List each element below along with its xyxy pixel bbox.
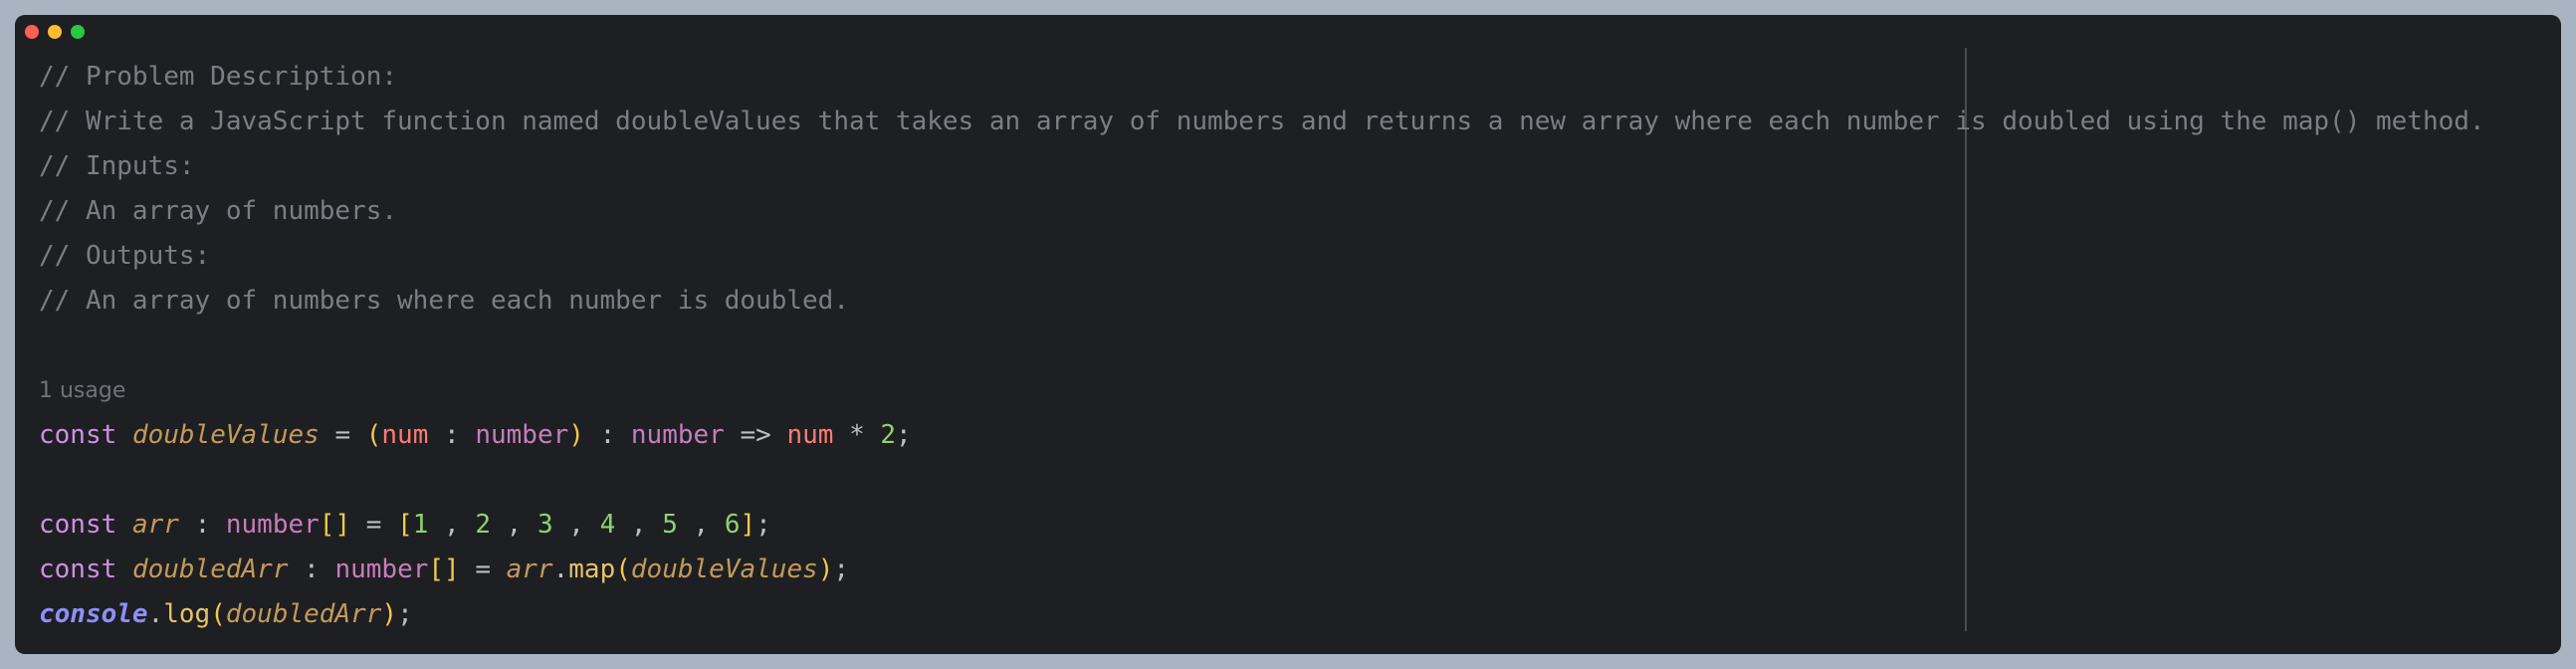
- bracket: ]: [740, 510, 756, 540]
- maximize-window-button[interactable]: [71, 25, 85, 39]
- operator: =: [334, 420, 351, 450]
- close-window-button[interactable]: [25, 25, 39, 39]
- param-type: number: [475, 420, 569, 450]
- array-value: 5: [662, 510, 678, 540]
- comma: ,: [506, 510, 523, 540]
- code-line-double-values: const doubleValues = (num : number) : nu…: [39, 413, 2551, 458]
- paren: (: [365, 420, 382, 450]
- array-brackets: []: [428, 555, 460, 584]
- variable-name[interactable]: arr: [132, 510, 179, 540]
- array-value: 3: [537, 510, 553, 540]
- bracket: [: [397, 510, 413, 540]
- keyword: const: [39, 420, 117, 450]
- comment-line: // Problem Description:: [39, 62, 398, 92]
- type-annotation: number: [334, 555, 429, 584]
- comment-line: // Write a JavaScript function named dou…: [39, 107, 2485, 136]
- variable-ref[interactable]: doubledArr: [226, 599, 382, 629]
- console-object[interactable]: console: [39, 599, 148, 629]
- usage-hint[interactable]: 1 usage: [39, 368, 2551, 413]
- code-editor[interactable]: // Problem Description: // Write a JavaS…: [39, 55, 2551, 644]
- array-brackets: []: [319, 510, 351, 540]
- semicolon: ;: [896, 420, 912, 450]
- keyword: const: [39, 555, 117, 584]
- paren: ): [568, 420, 584, 450]
- variable-ref[interactable]: arr: [507, 555, 553, 584]
- window-controls: [25, 25, 85, 39]
- dot: .: [147, 599, 164, 629]
- comma: ,: [693, 510, 710, 540]
- array-value: 1: [412, 510, 429, 540]
- code-editor-window: // Problem Description: // Write a JavaS…: [15, 15, 2561, 654]
- paren: (: [210, 599, 226, 629]
- semicolon: ;: [755, 510, 771, 540]
- comment-line: // Inputs:: [39, 151, 195, 181]
- comma: ,: [444, 510, 460, 540]
- type-colon: :: [304, 555, 320, 584]
- type-colon: :: [194, 510, 211, 540]
- arrow: =>: [740, 420, 771, 450]
- array-value: 6: [724, 510, 741, 540]
- minimize-window-button[interactable]: [48, 25, 62, 39]
- method-call[interactable]: log: [163, 599, 210, 629]
- type-colon: :: [444, 420, 460, 450]
- code-line-arr: const arr : number[] = [1 , 2 , 3 , 4 , …: [39, 503, 2551, 548]
- number-literal: 2: [880, 420, 897, 450]
- method-call[interactable]: map: [568, 555, 615, 584]
- array-value: 2: [475, 510, 492, 540]
- array-value: 4: [599, 510, 616, 540]
- semicolon: ;: [397, 599, 413, 629]
- return-type: number: [630, 420, 725, 450]
- keyword: const: [39, 510, 117, 540]
- comment-line: // An array of numbers.: [39, 196, 398, 226]
- comment-line: // An array of numbers where each number…: [39, 286, 849, 316]
- operator: =: [365, 510, 382, 540]
- semicolon: ;: [833, 555, 850, 584]
- code-line-console-log: console.log(doubledArr);: [39, 592, 2551, 637]
- function-name[interactable]: doubleValues: [132, 420, 320, 450]
- comma: ,: [630, 510, 647, 540]
- paren: ): [381, 599, 398, 629]
- comma: ,: [568, 510, 584, 540]
- comment-line: // Outputs:: [39, 241, 211, 271]
- paren: ): [817, 555, 834, 584]
- operator: =: [475, 555, 491, 584]
- parameter-ref[interactable]: num: [786, 420, 833, 450]
- code-line-doubled-arr: const doubledArr : number[] = arr.map(do…: [39, 548, 2551, 592]
- variable-name[interactable]: doubledArr: [132, 555, 289, 584]
- type-colon: :: [599, 420, 616, 450]
- operator: *: [849, 420, 865, 450]
- parameter[interactable]: num: [381, 420, 428, 450]
- function-ref[interactable]: doubleValues: [631, 555, 818, 584]
- dot: .: [552, 555, 569, 584]
- paren: (: [615, 555, 631, 584]
- type-annotation: number: [225, 510, 320, 540]
